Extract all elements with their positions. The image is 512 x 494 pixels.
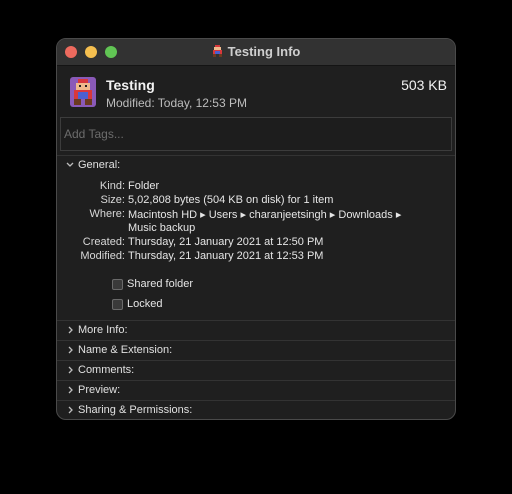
created-label: Created: bbox=[82, 236, 125, 248]
chevron-right-icon bbox=[68, 366, 73, 374]
section-comments[interactable]: Comments: bbox=[57, 360, 455, 380]
file-name: Testing bbox=[106, 77, 155, 93]
chevron-down-icon bbox=[66, 162, 74, 167]
section-more-info[interactable]: More Info: bbox=[57, 320, 455, 340]
window-title-area: Testing Info bbox=[57, 44, 455, 59]
where-row: Where: Macintosh HD ▸ Users ▸ charanjeet… bbox=[57, 208, 455, 222]
section-general-label: General: bbox=[78, 159, 121, 171]
locked-box[interactable] bbox=[112, 299, 123, 310]
where-row-continued: Music backup bbox=[57, 222, 455, 236]
size-label: Size: bbox=[100, 194, 125, 206]
section-sharing-permissions-label: Sharing & Permissions: bbox=[78, 404, 193, 416]
section-preview-label: Preview: bbox=[78, 384, 121, 396]
size-row: Size: 5,02,808 bytes (504 KB on disk) fo… bbox=[57, 194, 455, 208]
shared-folder-label: Shared folder bbox=[127, 278, 194, 290]
modified-row: Modified: Thursday, 21 January 2021 at 1… bbox=[57, 250, 455, 264]
folder-mario-icon bbox=[212, 45, 222, 57]
shared-folder-box[interactable] bbox=[112, 279, 123, 290]
file-size: 503 KB bbox=[401, 77, 447, 93]
section-sharing-permissions[interactable]: Sharing & Permissions: bbox=[57, 400, 455, 419]
section-name-extension-label: Name & Extension: bbox=[78, 344, 173, 356]
kind-row: Kind: Folder bbox=[57, 180, 455, 194]
created-row: Created: Thursday, 21 January 2021 at 12… bbox=[57, 236, 455, 250]
locked-label: Locked bbox=[127, 298, 163, 310]
folder-mario-icon bbox=[70, 77, 96, 107]
file-modified: Modified: Today, 12:53 PM bbox=[106, 96, 247, 110]
window-title: Testing Info bbox=[227, 44, 301, 59]
section-comments-label: Comments: bbox=[78, 364, 135, 376]
tags-input[interactable] bbox=[60, 117, 452, 151]
summary-panel: Testing Modified: Today, 12:53 PM 503 KB bbox=[57, 67, 455, 115]
modified-value: Thursday, 21 January 2021 at 12:53 PM bbox=[128, 250, 324, 262]
chevron-right-icon bbox=[68, 406, 73, 414]
size-value: 5,02,808 bytes (504 KB on disk) for 1 it… bbox=[128, 194, 334, 206]
kind-label: Kind: bbox=[99, 180, 125, 192]
section-name-extension[interactable]: Name & Extension: bbox=[57, 340, 455, 360]
chevron-right-icon bbox=[68, 326, 73, 334]
section-preview[interactable]: Preview: bbox=[57, 380, 455, 400]
modified-label: Modified: bbox=[80, 250, 125, 262]
where-value-line2: Music backup bbox=[128, 222, 196, 234]
where-label: Where: bbox=[89, 208, 125, 220]
section-more-info-label: More Info: bbox=[78, 324, 128, 336]
where-value: Macintosh HD ▸ Users ▸ charanjeetsingh ▸… bbox=[128, 209, 402, 221]
title-bar[interactable]: Testing Info bbox=[57, 39, 455, 66]
section-general[interactable]: General: bbox=[57, 155, 455, 175]
chevron-right-icon bbox=[68, 386, 73, 394]
created-value: Thursday, 21 January 2021 at 12:50 PM bbox=[128, 236, 324, 248]
info-window: Testing Info Testing Modified: Today, 12… bbox=[56, 38, 456, 420]
chevron-right-icon bbox=[68, 346, 73, 354]
kind-value: Folder bbox=[128, 180, 160, 192]
